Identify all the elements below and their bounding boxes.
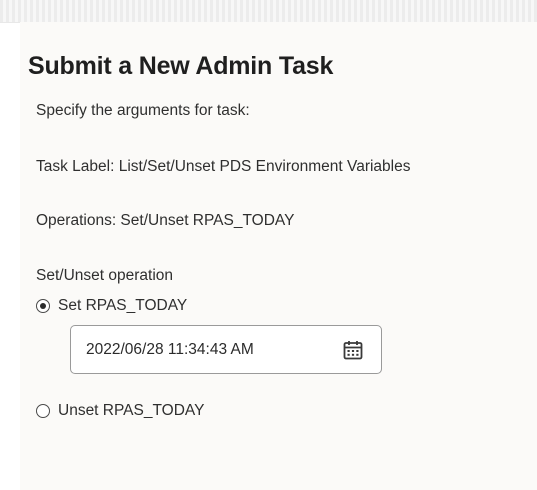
- radio-label-set: Set RPAS_TODAY: [58, 297, 188, 314]
- page-title: Submit a New Admin Task: [28, 52, 334, 80]
- radio-option-unset[interactable]: Unset RPAS_TODAY: [36, 402, 204, 420]
- task-label-text: Task Label: List/Set/Unset PDS Environme…: [36, 158, 411, 175]
- operation-group-label: Set/Unset operation: [36, 267, 174, 284]
- calendar-icon[interactable]: [341, 338, 365, 362]
- admin-task-panel: Submit a New Admin Task Specify the argu…: [20, 22, 537, 490]
- datetime-input[interactable]: 2022/06/28 11:34:43 AM: [70, 325, 382, 374]
- intro-text: Specify the arguments for task:: [36, 102, 250, 119]
- radio-button-set[interactable]: [36, 299, 50, 313]
- top-strip: [0, 0, 537, 23]
- datetime-value[interactable]: 2022/06/28 11:34:43 AM: [86, 341, 254, 359]
- operations-text: Operations: Set/Unset RPAS_TODAY: [36, 212, 295, 229]
- radio-label-unset: Unset RPAS_TODAY: [58, 402, 205, 419]
- radio-option-set[interactable]: Set RPAS_TODAY: [36, 297, 187, 315]
- radio-button-unset[interactable]: [36, 404, 50, 418]
